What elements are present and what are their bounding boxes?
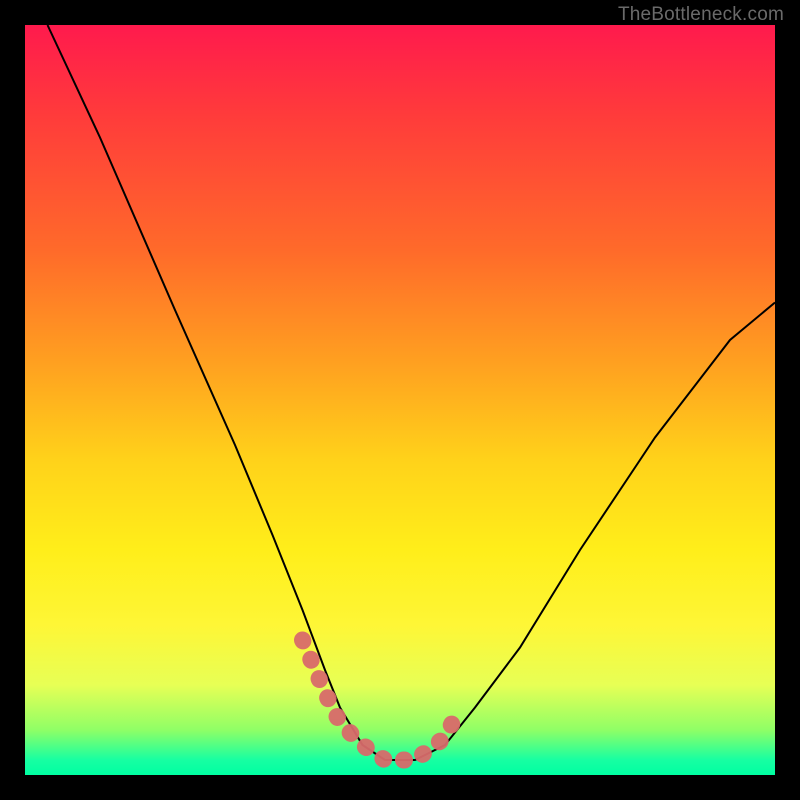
valley-highlight (303, 640, 461, 760)
chart-frame: TheBottleneck.com (0, 0, 800, 800)
plot-area (25, 25, 775, 775)
bottleneck-curve (48, 25, 776, 760)
watermark-text: TheBottleneck.com (618, 4, 784, 26)
curve-svg (25, 25, 775, 775)
